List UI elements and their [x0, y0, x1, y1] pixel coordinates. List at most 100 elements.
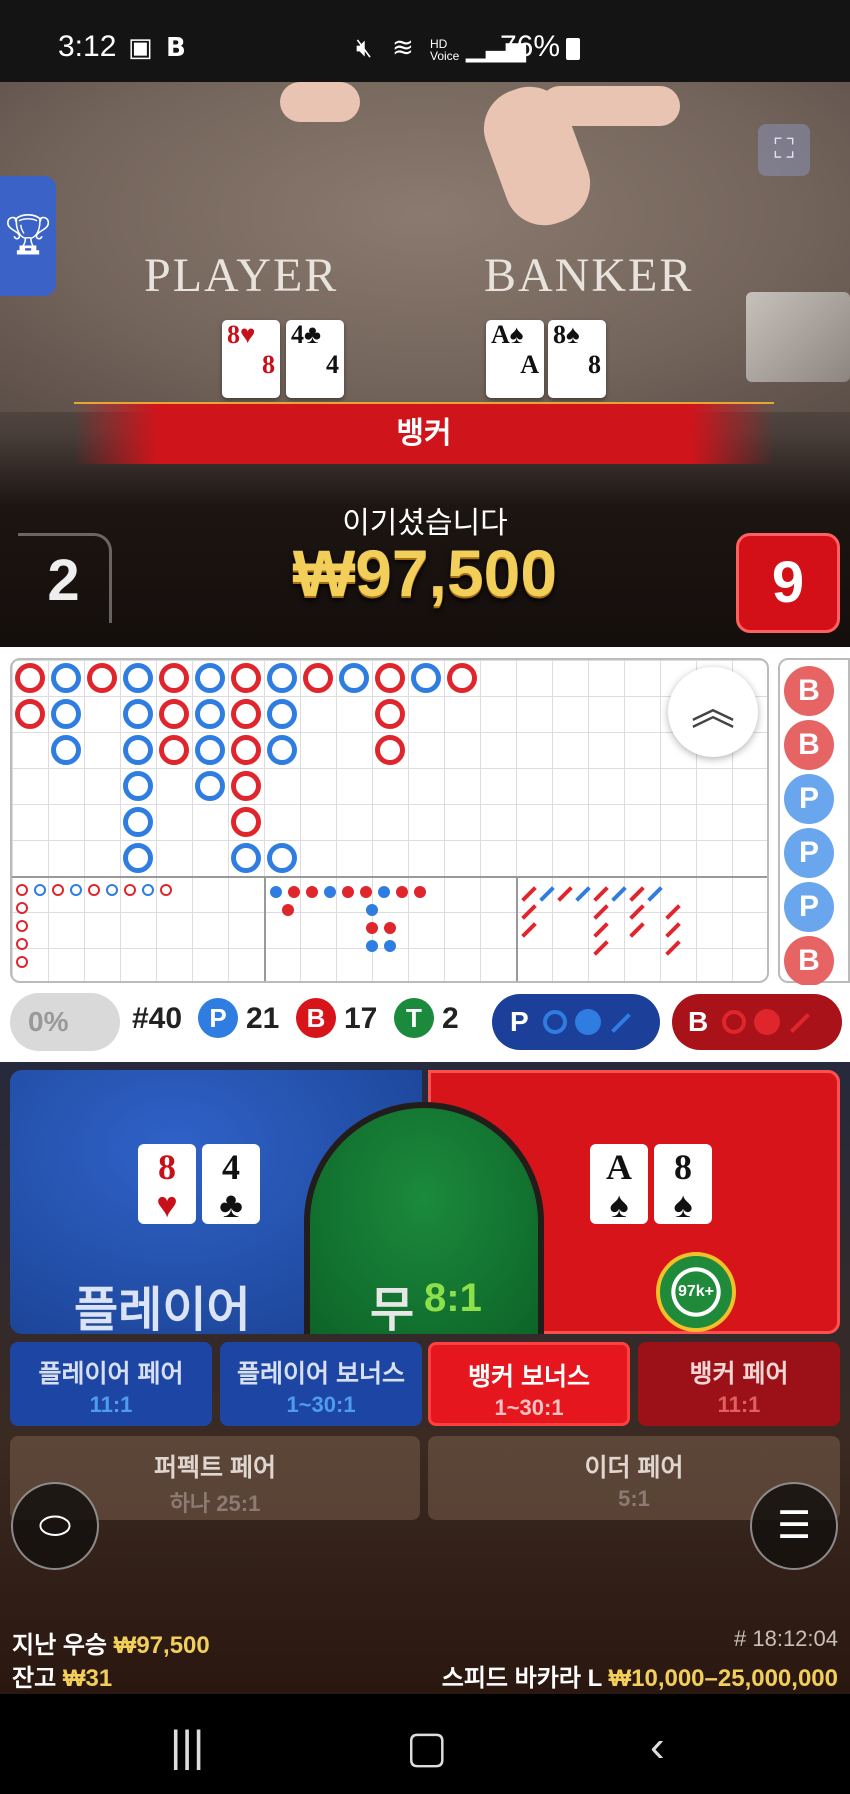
derived-road-mark	[16, 902, 28, 914]
small-road-mark	[282, 904, 294, 916]
player-pair-button[interactable]: 플레이어 페어 11:1	[10, 1342, 212, 1426]
dealer-arm	[280, 82, 360, 122]
status-time: 3:12	[58, 30, 117, 63]
small-road-mark	[360, 886, 372, 898]
bead-road-item: P	[784, 882, 834, 932]
video-player-card-2: 4♣ 4	[286, 320, 344, 398]
cockroach-road-mark	[521, 886, 537, 902]
cockroach-road-mark	[521, 922, 537, 938]
mute-icon: 🔇︎	[356, 32, 373, 62]
cockroach-road-mark	[593, 904, 609, 920]
big-road-mark	[375, 699, 405, 729]
b-app-icon: 𝗕	[166, 32, 186, 62]
cockroach-road-mark	[665, 922, 681, 938]
bead-road-item: B	[784, 720, 834, 770]
player-prediction-button[interactable]: P	[492, 994, 660, 1050]
wifi-icon: ≋	[392, 32, 414, 62]
big-road-mark	[195, 699, 225, 729]
bead-road-item: P	[784, 828, 834, 878]
chevrons-up-icon[interactable]: ︽	[668, 667, 758, 757]
recents-icon[interactable]: |||	[170, 1722, 204, 1772]
big-road-mark	[303, 663, 333, 693]
player-score: 2	[18, 533, 112, 623]
big-road-mark	[51, 663, 81, 693]
small-road-mark	[366, 904, 378, 916]
last-win-row: 지난 우승 ₩97,500	[12, 1632, 210, 1659]
banker-pair-button[interactable]: 뱅커 페어 11:1	[638, 1342, 840, 1426]
cockroach-road-mark	[647, 886, 663, 902]
player-card-1: 8 ♥	[138, 1144, 196, 1224]
player-bonus-button[interactable]: 플레이어 보너스 1~30:1	[220, 1342, 422, 1426]
banker-card-2: 8 ♠	[654, 1144, 712, 1224]
derived-road-mark	[16, 920, 28, 932]
win-amount: ₩97,500	[292, 536, 558, 610]
derived-road-mark	[160, 884, 172, 896]
big-road-mark	[339, 663, 369, 693]
banker-prediction-button[interactable]: B	[672, 994, 842, 1050]
cockroach-road-mark	[557, 886, 573, 902]
balance-row: 잔고 ₩31	[12, 1665, 113, 1692]
tie-count: 2	[442, 1002, 459, 1035]
chat-icon[interactable]: ⬭	[11, 1482, 99, 1570]
big-road-mark	[159, 699, 189, 729]
big-road-mark	[123, 843, 153, 873]
big-road-mark	[15, 663, 45, 693]
big-road-mark	[267, 663, 297, 693]
home-icon[interactable]: ▢	[406, 1722, 448, 1773]
cockroach-road-mark	[593, 940, 609, 956]
cockroach-road-mark	[629, 922, 645, 938]
small-road-mark	[342, 886, 354, 898]
derived-road-mark	[124, 884, 136, 896]
small-road-mark	[384, 940, 396, 952]
derived-road-mark	[106, 884, 118, 896]
bead-road[interactable]: BBPPPB	[778, 658, 850, 986]
big-road[interactable]	[10, 658, 769, 983]
big-road-mark	[231, 807, 261, 837]
small-road-mark	[414, 886, 426, 898]
big-road-mark	[267, 843, 297, 873]
cockroach-road-mark	[539, 886, 555, 902]
big-road-mark	[123, 699, 153, 729]
big-road-mark	[123, 771, 153, 801]
derived-road-mark	[142, 884, 154, 896]
cockroach-road-mark	[665, 940, 681, 956]
video-player-label: PLAYER	[144, 249, 339, 302]
fullscreen-icon[interactable]: ⛶	[758, 124, 810, 176]
player-bet-label: 플레이어	[74, 1284, 251, 1337]
battery-icon	[566, 38, 580, 60]
small-road-mark	[366, 940, 378, 952]
banker-count-badge: B	[296, 998, 336, 1038]
percent-toggle[interactable]: 0%	[10, 993, 120, 1051]
small-road-mark	[396, 886, 408, 898]
big-road-mark	[267, 699, 297, 729]
big-road-mark	[231, 663, 261, 693]
derived-road-mark	[70, 884, 82, 896]
big-road-mark	[375, 663, 405, 693]
banker-count: 17	[344, 1002, 378, 1035]
cockroach-road-mark	[629, 886, 645, 902]
derived-road-mark	[16, 956, 28, 968]
bet-chip[interactable]: 97k+	[656, 1252, 736, 1332]
cockroach-road-mark	[593, 922, 609, 938]
small-road-mark	[270, 886, 282, 898]
small-road-mark	[366, 922, 378, 934]
big-road-mark	[159, 663, 189, 693]
small-road-mark	[288, 886, 300, 898]
derived-road-mark	[52, 884, 64, 896]
video-player-card-1: 8♥ 8	[222, 320, 280, 398]
big-road-mark	[195, 735, 225, 765]
back-icon[interactable]: ‹	[650, 1722, 665, 1772]
bead-road-item: P	[784, 774, 834, 824]
big-road-mark	[123, 735, 153, 765]
result-banner: 뱅커	[74, 402, 774, 464]
tie-count-badge: T	[394, 998, 434, 1038]
derived-road-mark	[16, 938, 28, 950]
menu-icon[interactable]: ☰	[750, 1482, 838, 1570]
derived-road-mark	[88, 884, 100, 896]
big-road-mark	[231, 771, 261, 801]
trophy-icon[interactable]: 🏆︎	[0, 176, 56, 296]
banker-bonus-button[interactable]: 뱅커 보너스 1~30:1	[428, 1342, 630, 1426]
table-felt	[0, 82, 850, 412]
derived-road-mark	[34, 884, 46, 896]
video-banker-label: BANKER	[484, 249, 694, 302]
